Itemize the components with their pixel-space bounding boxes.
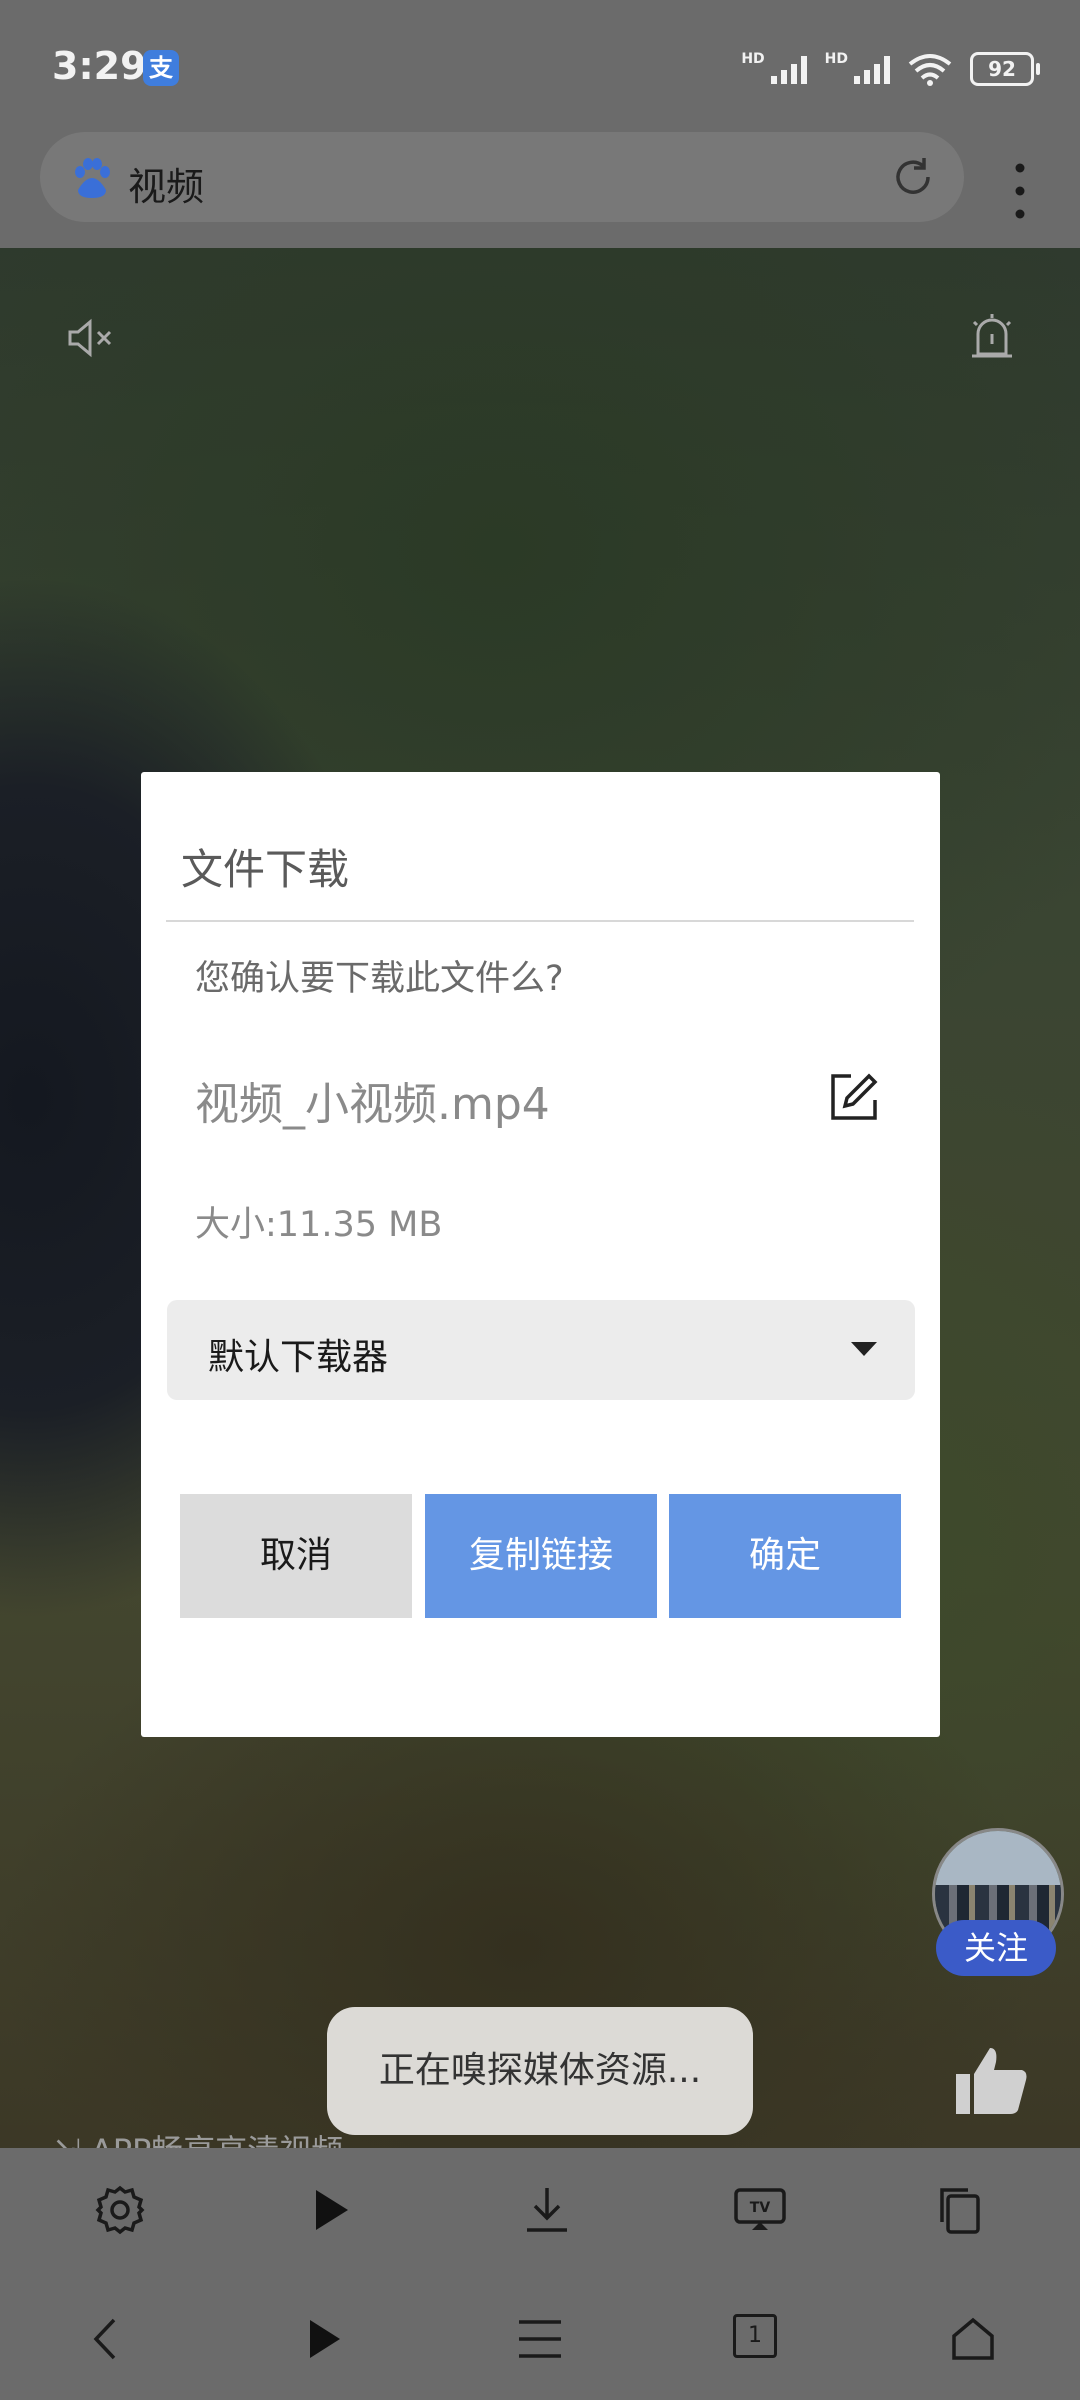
copy-icon[interactable] bbox=[932, 2182, 988, 2238]
cancel-button[interactable]: 取消 bbox=[180, 1494, 412, 1618]
home-icon[interactable] bbox=[948, 2314, 998, 2364]
network-label: HD bbox=[741, 51, 765, 67]
wifi-icon bbox=[908, 54, 952, 86]
confirm-button[interactable]: 确定 bbox=[669, 1494, 901, 1618]
baidu-logo-icon bbox=[75, 158, 110, 198]
refresh-icon[interactable] bbox=[890, 154, 936, 200]
status-icons: HD HD 92 bbox=[741, 51, 1040, 86]
signal-icon-2 bbox=[854, 54, 890, 84]
file-size: 大小:11.35 MB bbox=[195, 1205, 443, 1245]
cast-tv-icon[interactable]: TV bbox=[732, 2182, 788, 2238]
mute-icon[interactable] bbox=[66, 316, 118, 360]
battery-indicator: 92 bbox=[970, 52, 1040, 86]
address-bar: 视频 bbox=[0, 130, 1080, 248]
settings-icon[interactable] bbox=[92, 2182, 148, 2238]
copy-link-button[interactable]: 复制链接 bbox=[425, 1494, 657, 1618]
dialog-title: 文件下载 bbox=[181, 845, 350, 894]
chevron-down-icon bbox=[851, 1342, 877, 1356]
toast-message: 正在嗅探媒体资源... bbox=[327, 2007, 753, 2135]
downloader-label: 默认下载器 bbox=[208, 1337, 389, 1378]
tabs-icon[interactable]: 1 bbox=[733, 2314, 777, 2358]
filename: 视频_小视频.mp4 bbox=[195, 1079, 550, 1130]
url-field[interactable]: 视频 bbox=[40, 132, 964, 222]
status-bar: 3:29 支 HD HD 92 bbox=[0, 0, 1080, 130]
download-icon[interactable] bbox=[519, 2182, 575, 2238]
menu-icon[interactable] bbox=[515, 2314, 565, 2364]
download-dialog: 文件下载 您确认要下载此文件么? 视频_小视频.mp4 大小:11.35 MB … bbox=[141, 772, 940, 1737]
confirm-text: 您确认要下载此文件么? bbox=[195, 959, 564, 999]
downloader-select[interactable]: 默认下载器 bbox=[167, 1300, 915, 1400]
back-icon[interactable] bbox=[82, 2314, 132, 2364]
play-icon[interactable] bbox=[302, 2182, 358, 2238]
signal-icon bbox=[770, 54, 807, 84]
page-title: 视频 bbox=[128, 165, 205, 209]
play-icon[interactable] bbox=[298, 2314, 348, 2364]
dialog-divider bbox=[166, 920, 914, 922]
like-icon[interactable] bbox=[952, 2040, 1032, 2120]
follow-button[interactable]: 关注 bbox=[936, 1920, 1056, 1976]
more-vert-icon[interactable] bbox=[1008, 158, 1032, 224]
edit-icon[interactable] bbox=[829, 1072, 879, 1122]
browser-toolbar: TV bbox=[0, 2148, 1080, 2270]
alipay-notification-icon: 支 bbox=[143, 50, 179, 86]
alarm-icon[interactable] bbox=[966, 310, 1018, 362]
status-time: 3:29 bbox=[52, 44, 147, 88]
navigation-bar: 1 bbox=[0, 2270, 1080, 2400]
network-label-2: HD bbox=[824, 51, 848, 67]
svg-text:TV: TV bbox=[750, 2200, 771, 2216]
